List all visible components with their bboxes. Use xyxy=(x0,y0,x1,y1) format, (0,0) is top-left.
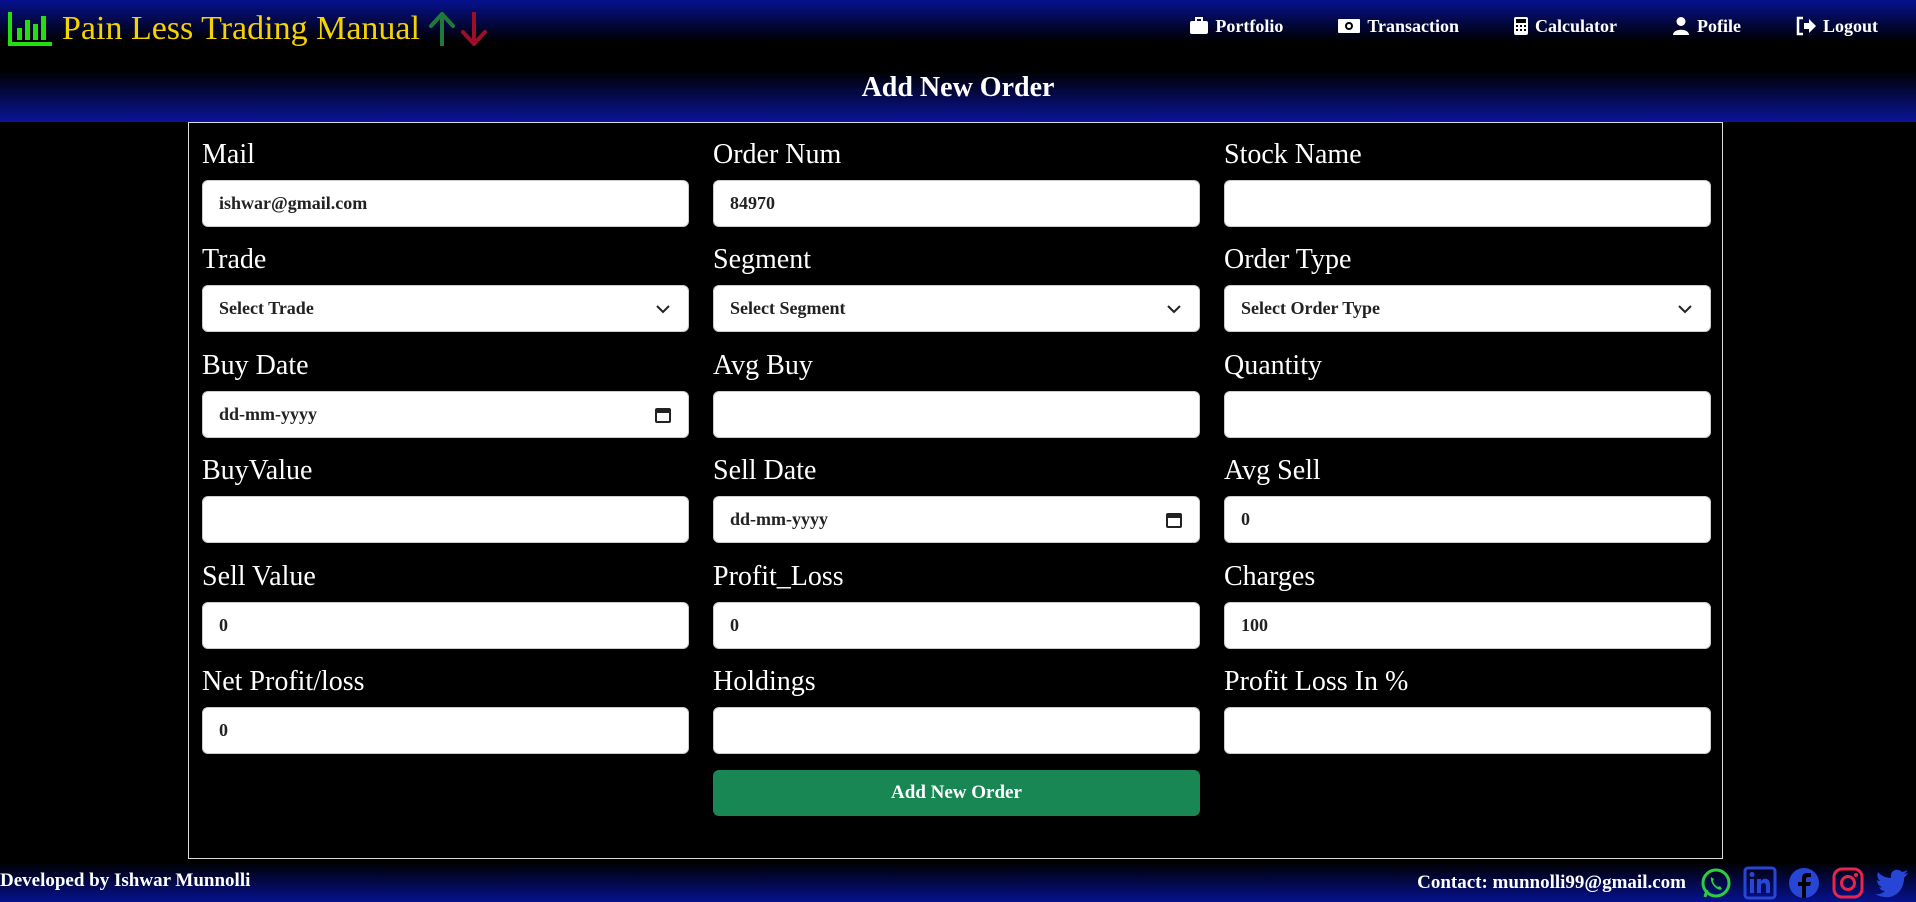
nav-links: Portfolio Transaction Calculator Pofile … xyxy=(1189,12,1878,40)
mail-field: Mail ishwar@gmail.com xyxy=(202,136,689,227)
chevron-down-icon xyxy=(1678,304,1692,313)
sell-date-label: Sell Date xyxy=(713,455,817,486)
buy-date-input[interactable]: dd-mm-yyyy xyxy=(202,391,689,438)
calculator-icon xyxy=(1514,17,1529,35)
profit-loss-pct-field: Profit Loss In % xyxy=(1224,663,1711,754)
logout-icon xyxy=(1796,16,1816,36)
nav-transaction[interactable]: Transaction xyxy=(1337,16,1459,37)
nav-logout-label: Logout xyxy=(1822,15,1878,36)
nav-profile-label: Pofile xyxy=(1697,15,1741,36)
brand[interactable]: Pain Less Trading Manual xyxy=(6,8,488,50)
arrow-down-icon xyxy=(460,12,487,46)
holdings-field: Holdings xyxy=(713,663,1200,754)
briefcase-icon xyxy=(1190,17,1209,34)
avg-buy-input[interactable] xyxy=(713,391,1200,438)
charges-field: Charges 100 xyxy=(1224,558,1711,649)
avg-buy-field: Avg Buy xyxy=(713,347,1200,438)
segment-field: Segment Select Segment xyxy=(713,241,1200,332)
linkedin-icon[interactable] xyxy=(1742,866,1778,900)
instagram-icon[interactable] xyxy=(1830,866,1866,900)
order-num-field: Order Num 84970 xyxy=(713,136,1200,227)
avg-buy-label: Avg Buy xyxy=(713,350,813,381)
footer: Developed by Ishwar Munnolli Contact: mu… xyxy=(0,862,1916,902)
trade-label: Trade xyxy=(202,244,267,275)
holdings-label: Holdings xyxy=(713,666,816,697)
navbar: Pain Less Trading Manual Portfolio Trans… xyxy=(0,0,1916,122)
sell-date-input[interactable]: dd-mm-yyyy xyxy=(713,496,1200,543)
net-profit-loss-input[interactable]: 0 xyxy=(202,707,689,754)
sell-value-field: Sell Value 0 xyxy=(202,558,689,649)
money-icon xyxy=(1338,19,1361,33)
quantity-input[interactable] xyxy=(1224,391,1711,438)
quantity-field: Quantity xyxy=(1224,347,1711,438)
profit-loss-pct-input[interactable] xyxy=(1224,707,1711,754)
charges-input[interactable]: 100 xyxy=(1224,602,1711,649)
segment-select[interactable]: Select Segment xyxy=(713,285,1200,332)
buy-value-input[interactable] xyxy=(202,496,689,543)
user-icon xyxy=(1673,17,1689,35)
nav-calculator-label: Calculator xyxy=(1535,15,1617,36)
trade-select[interactable]: Select Trade xyxy=(202,285,689,332)
order-num-label: Order Num xyxy=(713,139,842,170)
chevron-down-icon xyxy=(1167,304,1181,313)
brand-title: Pain Less Trading Manual xyxy=(62,10,420,47)
nav-portfolio-label: Portfolio xyxy=(1215,15,1284,36)
whatsapp-icon[interactable] xyxy=(1698,866,1734,900)
order-num-input[interactable]: 84970 xyxy=(713,180,1200,227)
arrow-up-icon xyxy=(428,12,455,46)
twitter-icon[interactable] xyxy=(1874,866,1910,900)
profit-loss-label: Profit_Loss xyxy=(713,561,844,592)
stock-name-input[interactable] xyxy=(1224,180,1711,227)
segment-label: Segment xyxy=(713,244,811,275)
footer-contact: Contact: munnolli99@gmail.com xyxy=(1417,866,1910,900)
nav-transaction-label: Transaction xyxy=(1367,15,1460,36)
avg-sell-field: Avg Sell 0 xyxy=(1224,452,1711,543)
avg-sell-input[interactable]: 0 xyxy=(1224,496,1711,543)
nav-portfolio[interactable]: Portfolio xyxy=(1189,16,1283,37)
avg-sell-label: Avg Sell xyxy=(1224,455,1321,486)
facebook-icon[interactable] xyxy=(1786,866,1822,900)
developer-credit: Developed by Ishwar Munnolli xyxy=(0,870,251,891)
profit-loss-pct-label: Profit Loss In % xyxy=(1224,666,1409,697)
buy-value-field: BuyValue xyxy=(202,452,689,543)
sell-value-label: Sell Value xyxy=(202,561,316,592)
page-title: Add New Order xyxy=(861,72,1055,103)
quantity-label: Quantity xyxy=(1224,350,1322,381)
add-order-form: Mail ishwar@gmail.com Order Num 84970 St… xyxy=(188,122,1723,859)
charges-label: Charges xyxy=(1224,561,1316,592)
bar-chart-icon xyxy=(8,12,52,46)
stock-name-label: Stock Name xyxy=(1224,139,1362,170)
stock-name-field: Stock Name xyxy=(1224,136,1711,227)
nav-logout[interactable]: Logout xyxy=(1795,16,1878,37)
order-type-select[interactable]: Select Order Type xyxy=(1224,285,1711,332)
add-new-order-button[interactable]: Add New Order xyxy=(713,770,1200,816)
calendar-icon[interactable] xyxy=(1165,511,1183,529)
chevron-down-icon xyxy=(656,304,670,313)
calendar-icon[interactable] xyxy=(654,406,672,424)
profit-loss-field: Profit_Loss 0 xyxy=(713,558,1200,649)
buy-date-field: Buy Date dd-mm-yyyy xyxy=(202,347,689,438)
buy-value-label: BuyValue xyxy=(202,455,313,486)
mail-input[interactable]: ishwar@gmail.com xyxy=(202,180,689,227)
nav-profile[interactable]: Pofile xyxy=(1671,16,1741,37)
contact-email: Contact: munnolli99@gmail.com xyxy=(1417,872,1686,893)
net-profit-loss-field: Net Profit/loss 0 xyxy=(202,663,689,754)
order-type-label: Order Type xyxy=(1224,244,1352,275)
sell-date-field: Sell Date dd-mm-yyyy xyxy=(713,452,1200,543)
mail-label: Mail xyxy=(202,139,255,170)
holdings-input[interactable] xyxy=(713,707,1200,754)
net-profit-loss-label: Net Profit/loss xyxy=(202,666,365,697)
order-type-field: Order Type Select Order Type xyxy=(1224,241,1711,332)
sell-value-input[interactable]: 0 xyxy=(202,602,689,649)
nav-calculator[interactable]: Calculator xyxy=(1513,16,1617,37)
buy-date-label: Buy Date xyxy=(202,350,309,381)
profit-loss-input[interactable]: 0 xyxy=(713,602,1200,649)
trade-field: Trade Select Trade xyxy=(202,241,689,332)
